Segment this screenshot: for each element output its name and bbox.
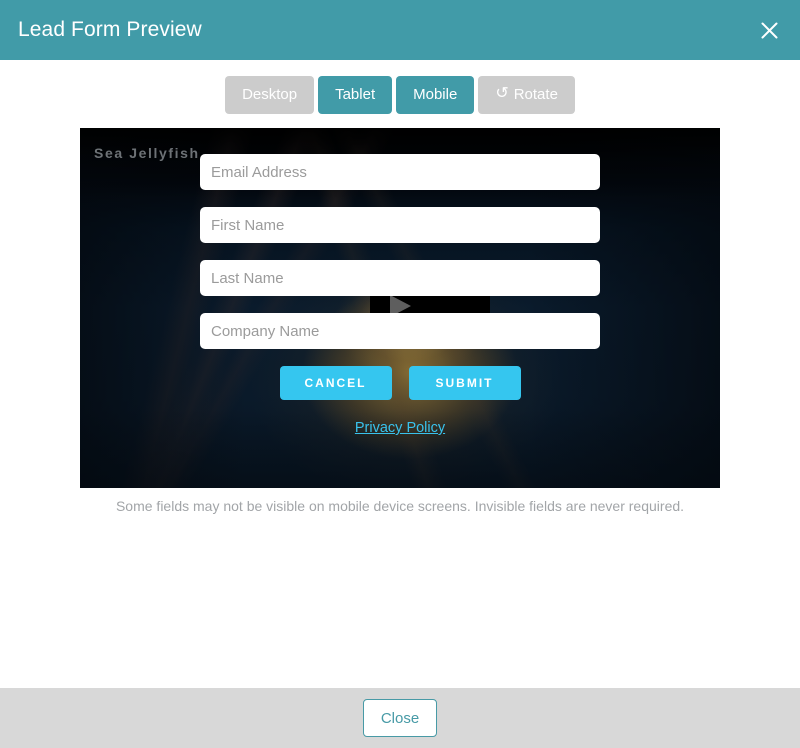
modal-footer: Close bbox=[0, 688, 800, 748]
close-button[interactable]: Close bbox=[362, 699, 438, 737]
device-button-tablet[interactable]: Tablet bbox=[318, 76, 393, 114]
device-button-desktop[interactable]: Desktop bbox=[225, 76, 315, 114]
form-title: Sea Jellyfish bbox=[94, 145, 200, 161]
close-x-icon bbox=[760, 21, 779, 40]
cancel-button[interactable]: CANCEL bbox=[279, 366, 392, 400]
email-field[interactable] bbox=[200, 154, 600, 190]
first-name-field[interactable] bbox=[200, 207, 600, 243]
form-actions: CANCEL SUBMIT bbox=[200, 366, 600, 400]
device-button-tablet-label: Tablet bbox=[335, 86, 376, 103]
rotate-button-label: Rotate bbox=[513, 86, 558, 103]
privacy-policy-row: Privacy Policy bbox=[200, 419, 600, 437]
modal-header: Lead Form Preview bbox=[0, 0, 800, 60]
device-button-mobile-label: Mobile bbox=[413, 86, 458, 103]
helper-note: Some fields may not be visible on mobile… bbox=[115, 498, 685, 514]
page-title: Lead Form Preview bbox=[18, 18, 202, 41]
device-button-mobile[interactable]: Mobile bbox=[396, 76, 475, 114]
device-button-desktop-label: Desktop bbox=[242, 86, 298, 103]
lead-form-preview-modal: Lead Form Preview Desktop Tablet Mobile … bbox=[0, 0, 800, 748]
rotate-button[interactable]: ↺ Rotate bbox=[478, 76, 575, 114]
last-name-field[interactable] bbox=[200, 260, 600, 296]
lead-form: CANCEL SUBMIT Privacy Policy bbox=[200, 154, 600, 437]
form-preview-frame: Sea Jellyfish CANCEL SUBMIT Privacy Poli… bbox=[80, 128, 720, 488]
privacy-policy-link[interactable]: Privacy Policy bbox=[355, 420, 445, 436]
submit-button[interactable]: SUBMIT bbox=[408, 366, 521, 400]
close-icon-button[interactable] bbox=[752, 13, 786, 47]
device-toolbar: Desktop Tablet Mobile ↺ Rotate bbox=[0, 76, 800, 114]
modal-body: Desktop Tablet Mobile ↺ Rotate Sea Jelly… bbox=[0, 60, 800, 688]
company-name-field[interactable] bbox=[200, 313, 600, 349]
rotate-ccw-icon: ↺ bbox=[495, 85, 509, 102]
